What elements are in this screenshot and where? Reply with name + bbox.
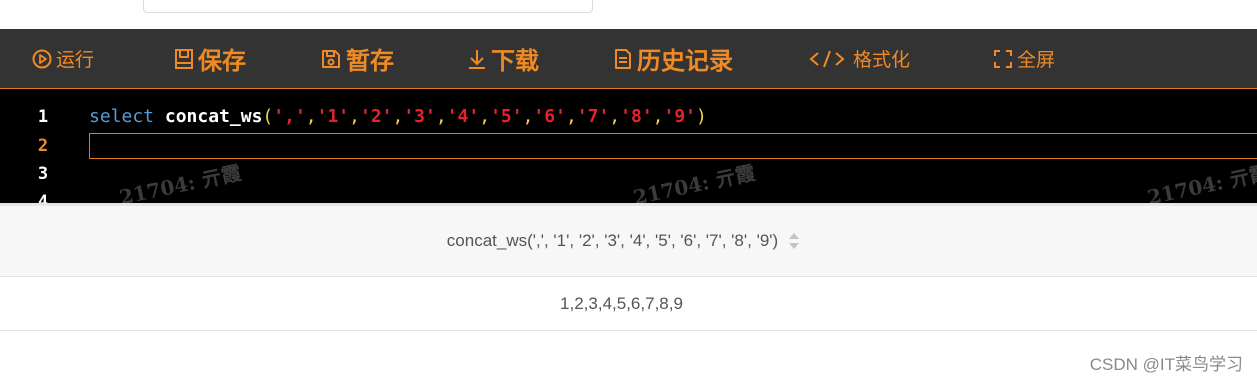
download-button[interactable]: 下载 <box>467 29 539 88</box>
format-button[interactable]: 格式化 <box>809 29 910 88</box>
run-button[interactable]: 运行 <box>32 29 94 88</box>
sql-string: '6' <box>533 106 566 127</box>
save-button[interactable]: 保存 <box>174 29 246 88</box>
save-icon <box>174 48 194 70</box>
sql-string: '1' <box>316 106 350 127</box>
download-label: 下载 <box>491 47 539 75</box>
temp-save-label: 暂存 <box>346 47 394 75</box>
fullscreen-button[interactable]: 全屏 <box>993 29 1055 88</box>
code-line: select concat_ws(',','1','2','3','4','5'… <box>89 106 707 127</box>
result-table-header: concat_ws(',', '1', '2', '3', '4', '5', … <box>0 206 1257 277</box>
column-header[interactable]: concat_ws(',', '1', '2', '3', '4', '5', … <box>447 231 800 251</box>
sql-string: '3' <box>403 106 436 127</box>
watermark: 21704: 亓霞 <box>1145 160 1257 203</box>
table-row: 1,2,3,4,5,6,7,8,9 <box>0 277 1257 331</box>
run-label: 运行 <box>56 49 95 71</box>
open-paren: ( <box>262 106 274 127</box>
temp-save-icon <box>320 48 342 70</box>
editor-toolbar: 运行 保存 暂存 下载 历史记录 格式化 全屏 <box>0 29 1257 89</box>
history-label: 历史记录 <box>637 47 733 75</box>
sql-string: '5' <box>490 106 523 127</box>
column-header-label: concat_ws(',', '1', '2', '3', '4', '5', … <box>446 231 779 250</box>
document-icon <box>613 48 633 70</box>
format-label: 格式化 <box>853 49 911 71</box>
active-line-highlight <box>89 133 1257 159</box>
fullscreen-label: 全屏 <box>1017 49 1056 71</box>
sql-string: '8' <box>620 106 653 127</box>
history-button[interactable]: 历史记录 <box>613 29 733 88</box>
watermark: 21704: 亓霞 <box>117 160 244 203</box>
line-number: 1 <box>37 107 49 127</box>
sql-string: '2' <box>359 106 393 127</box>
temp-save-button[interactable]: 暂存 <box>320 29 394 88</box>
sql-string: ',' <box>273 106 306 127</box>
code-icon <box>809 49 845 69</box>
sort-icon[interactable] <box>788 232 800 250</box>
search-input[interactable] <box>143 0 593 13</box>
play-circle-icon <box>32 49 52 69</box>
sql-string: '4' <box>446 106 480 127</box>
sql-string: '9' <box>663 106 697 127</box>
download-icon <box>467 48 487 70</box>
sql-string: '7' <box>576 106 610 127</box>
sql-keyword: select <box>89 106 155 127</box>
sql-function: concat_ws <box>164 106 263 127</box>
table-cell: 1,2,3,4,5,6,7,8,9 <box>560 293 683 313</box>
save-label: 保存 <box>198 47 246 75</box>
line-number: 4 <box>37 192 49 203</box>
line-number: 2 <box>37 136 49 156</box>
watermark: 21704: 亓霞 <box>631 160 758 203</box>
credit-watermark: CSDN @IT菜鸟学习 <box>1089 355 1243 374</box>
line-number: 3 <box>37 164 49 184</box>
close-paren: ) <box>696 106 707 127</box>
fullscreen-icon <box>993 49 1013 69</box>
sql-editor[interactable]: 21704: 亓霞 21704: 亓霞 21704: 亓霞 1 2 3 4 se… <box>0 89 1257 203</box>
